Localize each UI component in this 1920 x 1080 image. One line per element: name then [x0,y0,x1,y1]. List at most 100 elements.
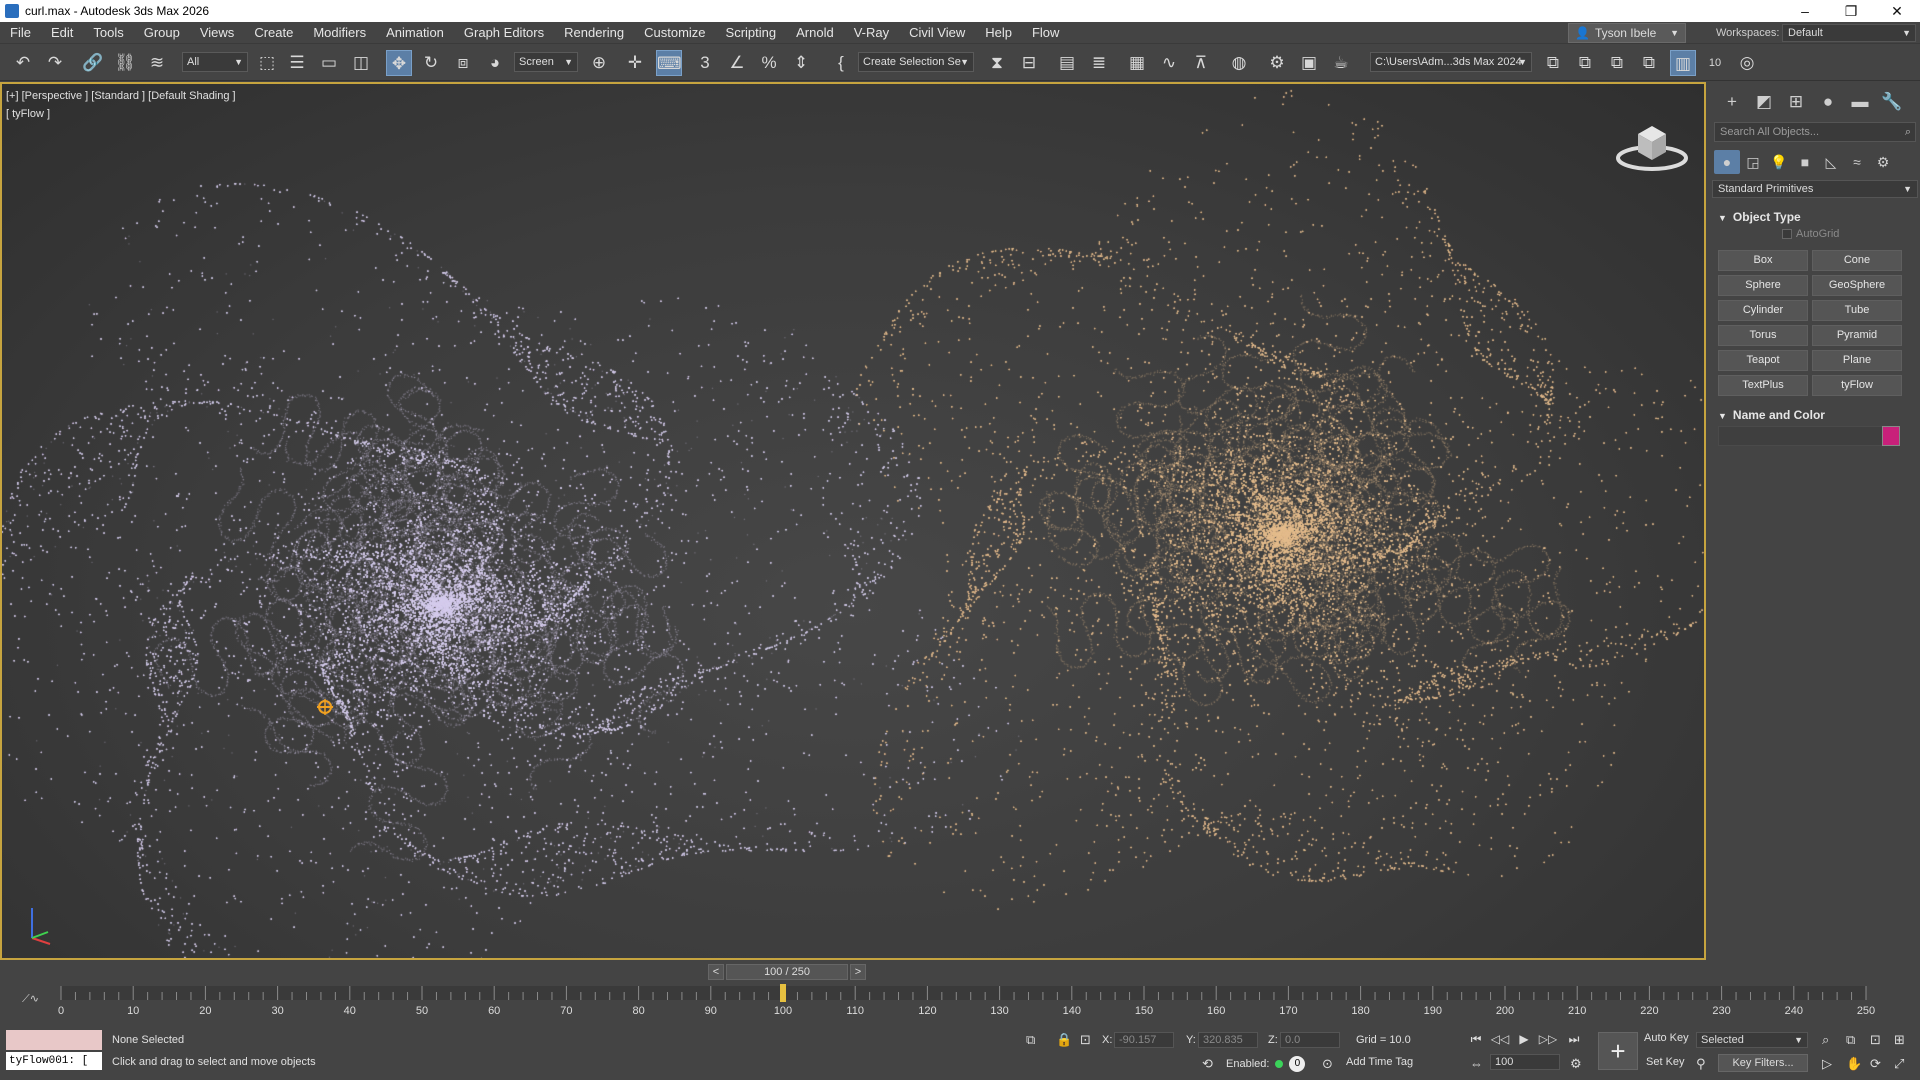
tyflow-emitter-icon[interactable] [314,696,336,718]
perspective-viewport[interactable]: [+] [Perspective ] [Standard ] [Default … [0,82,1706,960]
isolate-selection-icon[interactable]: ⧉ [1026,1032,1035,1048]
teapot-button[interactable]: Teapot [1718,350,1808,371]
menu-vray[interactable]: V-Ray [844,22,899,44]
render-production-icon[interactable]: ☕ [1328,50,1354,76]
keyboard-shortcut-override-icon[interactable]: ⌨ [656,50,682,76]
geometry-category-icon[interactable]: ● [1714,150,1740,174]
menu-animation[interactable]: Animation [376,22,454,44]
zoom-extents-icon[interactable]: ⊡ [1870,1032,1881,1048]
curve-editor-icon[interactable]: ∿ [1156,50,1182,76]
select-and-place-icon[interactable]: ◕ [482,50,508,76]
menu-rendering[interactable]: Rendering [554,22,634,44]
render-setup-icon[interactable]: ⚙ [1264,50,1290,76]
key-mode-icon[interactable]: ⚲ [1696,1056,1706,1072]
current-frame-field[interactable]: 100 [1490,1054,1560,1070]
user-account-button[interactable]: 👤 Tyson Ibele ▼ [1568,23,1686,43]
pyramid-button[interactable]: Pyramid [1812,325,1902,346]
rendered-frame-window-icon[interactable]: ▣ [1296,50,1322,76]
link-icon[interactable]: 🔗 [80,50,106,76]
menu-group[interactable]: Group [134,22,190,44]
autogrid-checkbox[interactable]: AutoGrid [1782,228,1839,240]
menu-file[interactable]: File [0,22,41,44]
z-coordinate-field[interactable]: 0.0 [1280,1032,1340,1048]
close-button[interactable]: ✕ [1874,0,1920,22]
cameras-category-icon[interactable]: ■ [1792,150,1818,174]
primitive-type-dropdown[interactable]: Standard Primitives ▼ [1712,180,1918,198]
menu-arnold[interactable]: Arnold [786,22,844,44]
helpers-category-icon[interactable]: ◺ [1818,150,1844,174]
rectangular-selection-icon[interactable]: ▭ [316,50,342,76]
schematic-view-icon[interactable]: ⊼ [1188,50,1214,76]
container-icon[interactable]: ⧉ [1540,50,1566,76]
select-and-rotate-icon[interactable]: ↻ [418,50,444,76]
field-of-view-icon[interactable]: ▷ [1822,1056,1832,1072]
lights-category-icon[interactable]: 💡 [1766,150,1792,174]
viewcube-icon[interactable] [1614,114,1690,174]
select-by-name-icon[interactable]: ☰ [284,50,310,76]
workspace-dropdown[interactable]: Default ▼ [1782,24,1916,42]
object-type-rollout[interactable]: ▼ Object Type [1712,208,1918,226]
time-configuration-icon[interactable]: ⚙ [1570,1056,1582,1072]
window-crossing-icon[interactable]: ◫ [348,50,374,76]
set-key-button[interactable]: Set Key [1646,1056,1685,1068]
adaptive-degradation-icon[interactable]: ⟲ [1202,1056,1213,1072]
zoom-icon[interactable]: ⌕ [1822,1032,1829,1048]
unlink-icon[interactable]: ⛓ [112,50,138,76]
add-time-tag-button[interactable]: Add Time Tag [1346,1056,1413,1068]
object-name-input[interactable] [1718,426,1886,446]
menu-flow[interactable]: Flow [1022,22,1069,44]
ribbon-toggle-icon[interactable]: ▦ [1124,50,1150,76]
utilities-tab-icon[interactable]: 🔧 [1876,82,1908,122]
track-bar[interactable]: 0 10 20 30 40 50 60 70 80 90 100 110 120 130 140 150 160… [0,984,1920,1026]
reference-coordinate-dropdown[interactable]: Screen ▼ [514,52,578,72]
select-object-icon[interactable]: ⬚ [254,50,280,76]
arnold-render-view-icon[interactable]: ◎ [1734,50,1760,76]
scene-explorer-icon[interactable]: ▤ [1054,50,1080,76]
object-color-swatch[interactable] [1882,426,1900,446]
name-and-color-rollout[interactable]: ▼ Name and Color [1712,406,1918,424]
layer-explorer-icon[interactable]: ≣ [1086,50,1112,76]
time-slider[interactable]: 100 / 250 [726,964,848,980]
maximize-viewport-icon[interactable]: ⤢ [1894,1056,1904,1072]
absolute-mode-icon[interactable]: ⊡ [1080,1032,1091,1048]
go-to-end-icon[interactable]: ⏭ [1564,1030,1584,1048]
project-folder-dropdown[interactable]: C:\Users\Adm...3ds Max 2024 ▼ [1370,52,1532,72]
angle-snap-icon[interactable]: ∠ [724,50,750,76]
select-and-move-icon[interactable]: ✥ [386,50,412,76]
prev-frame-button[interactable]: < [708,964,724,980]
shapes-category-icon[interactable]: ◲ [1740,150,1766,174]
torus-button[interactable]: Torus [1718,325,1808,346]
restore-button[interactable]: ❐ [1828,0,1874,22]
plane-button[interactable]: Plane [1812,350,1902,371]
geosphere-button[interactable]: GeoSphere [1812,275,1902,296]
pivot-center-icon[interactable]: ⊕ [586,50,612,76]
menu-scripting[interactable]: Scripting [716,22,787,44]
textplus-button[interactable]: TextPlus [1718,375,1808,396]
go-to-start-icon[interactable]: ⏮ [1466,1030,1486,1048]
current-frame-marker[interactable] [780,984,786,1002]
minimize-button[interactable]: – [1782,0,1828,22]
play-icon[interactable]: ▶ [1514,1030,1534,1048]
x-coordinate-field[interactable]: -90.157 [1114,1032,1174,1048]
container-close-icon[interactable]: ⧉ [1636,50,1662,76]
key-filters-button[interactable]: Key Filters... [1718,1054,1808,1072]
viewport-label[interactable]: [+] [Perspective ] [Standard ] [Default … [6,90,236,102]
set-keys-icon[interactable]: + [1598,1032,1638,1070]
next-frame-button[interactable]: > [850,964,866,980]
container-add-icon[interactable]: ⧉ [1572,50,1598,76]
zoom-all-icon[interactable]: ⧉ [1846,1032,1855,1048]
menu-modifiers[interactable]: Modifiers [303,22,376,44]
manipulate-icon[interactable]: ✛ [622,50,648,76]
redo-icon[interactable]: ↷ [42,50,68,76]
mirror-icon[interactable]: ⧗ [984,50,1010,76]
viewport-layout-icon[interactable]: ▥ [1670,50,1696,76]
menu-help[interactable]: Help [975,22,1022,44]
sphere-button[interactable]: Sphere [1718,275,1808,296]
y-coordinate-field[interactable]: 320.835 [1198,1032,1258,1048]
hierarchy-tab-icon[interactable]: ⊞ [1780,82,1812,122]
maxscript-listener-input[interactable]: tyFlow001: [ [6,1052,102,1070]
box-button[interactable]: Box [1718,250,1808,271]
menu-civil-view[interactable]: Civil View [899,22,975,44]
bind-space-warp-icon[interactable]: ≋ [144,50,170,76]
auto-key-button[interactable]: Auto Key [1644,1032,1689,1044]
